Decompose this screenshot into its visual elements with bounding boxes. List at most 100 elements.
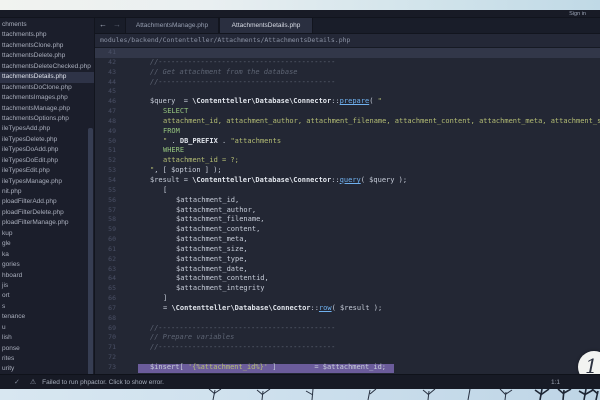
code-line[interactable]: 69//------------------------------------… <box>95 324 600 334</box>
sidebar-file-item[interactable]: u <box>0 323 94 333</box>
code-line[interactable]: 44//------------------------------------… <box>95 78 600 88</box>
code-text: FROM <box>128 127 180 137</box>
sidebar-file-item[interactable]: hboard <box>0 271 94 281</box>
sidebar-file-item[interactable]: urity <box>0 364 94 374</box>
code-line[interactable]: 52attachment_id = ?; <box>95 156 600 166</box>
sidebar-file-item[interactable]: ttachmentsImages.php <box>0 93 94 103</box>
sidebar-file-item[interactable]: ponse <box>0 344 94 354</box>
code-line[interactable]: 51WHERE <box>95 146 600 156</box>
sidebar-file-item[interactable]: rites <box>0 354 94 364</box>
code-line[interactable]: 41 <box>95 48 600 58</box>
line-number: 73 <box>95 363 128 373</box>
sidebar-file-item[interactable]: ttachmentsOptions.php <box>0 114 94 124</box>
code-text: $attachment_integrity <box>128 284 265 294</box>
code-line[interactable]: 62$attachment_type, <box>95 255 600 265</box>
nav-buttons: ← → <box>95 18 125 33</box>
sign-in-button[interactable]: Sign in <box>569 11 586 17</box>
sidebar-file-item[interactable]: ttachmentsDoClone.php <box>0 83 94 93</box>
sidebar-file-item[interactable]: gories <box>0 260 94 270</box>
code-line[interactable]: 42//------------------------------------… <box>95 58 600 68</box>
code-line[interactable]: 58$attachment_filename, <box>95 215 600 225</box>
code-line[interactable]: 70// Prepare variables <box>95 333 600 343</box>
breadcrumb[interactable]: modules/backend/Contentteller/Attachment… <box>100 36 350 44</box>
check-icon: ✓ <box>14 378 20 386</box>
code-line[interactable]: 61$attachment_size, <box>95 245 600 255</box>
sidebar-file-item[interactable]: ttachmentsManage.php <box>0 104 94 114</box>
sidebar-file-item[interactable]: ploadFilterManage.php <box>0 218 94 228</box>
nav-back-icon[interactable]: ← <box>99 21 107 29</box>
screen: Sign in chmentsttachments.phpttachmentsC… <box>0 0 600 400</box>
sidebar-file-item[interactable]: nit.php <box>0 187 94 197</box>
code-line[interactable]: 59$attachment_content, <box>95 225 600 235</box>
code-text <box>128 353 150 363</box>
code-line[interactable]: 49FROM <box>95 127 600 137</box>
status-error-message[interactable]: Failed to run phpactor. Click to show er… <box>42 379 164 386</box>
sidebar-file-item[interactable]: ploadFilterAdd.php <box>0 197 94 207</box>
sidebar-scrollbar[interactable] <box>88 128 93 374</box>
sidebar-file-item[interactable]: ttachmentsClone.php <box>0 41 94 51</box>
code-line[interactable]: 71//------------------------------------… <box>95 343 600 353</box>
code-text: $attachment_type, <box>128 255 248 265</box>
line-number: 60 <box>95 235 128 245</box>
sidebar-file-item[interactable]: s <box>0 302 94 312</box>
sidebar-file-item[interactable]: ileTypesManage.php <box>0 177 94 187</box>
sidebar-file-item[interactable]: chments <box>0 20 94 30</box>
line-number: 50 <box>95 137 128 147</box>
line-number: 58 <box>95 215 128 225</box>
code-line[interactable]: 48attachment_id, attachment_author, atta… <box>95 117 600 127</box>
code-line[interactable]: 73$insert[ '{%attachment_id%}' ] = $atta… <box>95 363 600 373</box>
sidebar-file-item[interactable]: ileTypesEdit.php <box>0 166 94 176</box>
editor-tab[interactable]: AttachmentsManage.php <box>125 18 219 33</box>
code-line[interactable]: 67= \Contentteller\Database\Connector::r… <box>95 304 600 314</box>
sidebar-file-item[interactable]: ileTypesDoAdd.php <box>0 145 94 155</box>
code-line[interactable]: 53", [ $option ] ); <box>95 166 600 176</box>
editor-column: ← → AttachmentsManage.phpAttachmentsDeta… <box>95 18 600 374</box>
sidebar-file-item[interactable]: ttachmentsDelete.php <box>0 51 94 61</box>
line-number: 52 <box>95 156 128 166</box>
code-line[interactable]: 66] <box>95 294 600 304</box>
code-line[interactable]: 60$attachment_meta, <box>95 235 600 245</box>
sidebar-file-item[interactable]: ttachmentsDeleteChecked.php <box>0 62 94 72</box>
sidebar-file-item[interactable]: jis <box>0 281 94 291</box>
nav-forward-icon[interactable]: → <box>113 21 121 29</box>
code-text: " . DB_PREFIX . "attachments <box>128 137 281 147</box>
sidebar-file-item[interactable]: ileTypesDelete.php <box>0 135 94 145</box>
code-editor[interactable]: 4142//----------------------------------… <box>95 48 600 374</box>
sidebar-file-item[interactable]: ka <box>0 250 94 260</box>
breadcrumb-bar: modules/backend/Contentteller/Attachment… <box>95 34 600 49</box>
code-text: // Prepare variables <box>128 333 234 343</box>
code-line[interactable]: 50" . DB_PREFIX . "attachments <box>95 137 600 147</box>
code-line[interactable]: 54$result = \Contentteller\Database\Conn… <box>95 176 600 186</box>
sidebar-file-item[interactable]: ttachments.php <box>0 30 94 40</box>
code-line[interactable]: 64$attachment_contentid, <box>95 274 600 284</box>
line-number: 62 <box>95 255 128 265</box>
code-line[interactable]: 55[ <box>95 186 600 196</box>
code-text: $attachment_date, <box>128 265 248 275</box>
code-line[interactable]: 47SELECT <box>95 107 600 117</box>
sidebar-file-item[interactable]: ileTypesDoEdit.php <box>0 156 94 166</box>
sidebar-file-item[interactable]: kup <box>0 229 94 239</box>
sidebar-file-item[interactable]: ploadFilterDelete.php <box>0 208 94 218</box>
code-line[interactable]: 65$attachment_integrity <box>95 284 600 294</box>
code-line[interactable]: 43// Get attachment from the database <box>95 68 600 78</box>
cursor-position[interactable]: 1:1 <box>551 379 560 386</box>
code-line[interactable]: 63$attachment_date, <box>95 265 600 275</box>
code-line[interactable]: 68 <box>95 314 600 324</box>
sidebar-file-item[interactable]: ttachmentsDetails.php <box>0 72 94 82</box>
editor-tab[interactable]: AttachmentsDetails.php <box>219 18 313 33</box>
sidebar-file-item[interactable]: gle <box>0 239 94 249</box>
code-line[interactable]: 57$attachment_author, <box>95 206 600 216</box>
sidebar-file-item[interactable]: lish <box>0 333 94 343</box>
code-text: $insert[ '{%attachment_id%}' ] = $attach… <box>128 363 386 373</box>
sidebar-file-item[interactable]: ileTypesAdd.php <box>0 124 94 134</box>
code-text <box>128 48 150 58</box>
line-number: 63 <box>95 265 128 275</box>
sidebar-file-item[interactable]: ort <box>0 291 94 301</box>
sidebar-file-item[interactable]: tenance <box>0 312 94 322</box>
code-line[interactable]: 45 <box>95 87 600 97</box>
code-line[interactable]: 56$attachment_id, <box>95 196 600 206</box>
code-line[interactable]: 46$query = \Contentteller\Database\Conne… <box>95 97 600 107</box>
code-line[interactable]: 72 <box>95 353 600 363</box>
code-text: = \Contentteller\Database\Connector::row… <box>128 304 382 314</box>
code-text: // Get attachment from the database <box>128 68 298 78</box>
